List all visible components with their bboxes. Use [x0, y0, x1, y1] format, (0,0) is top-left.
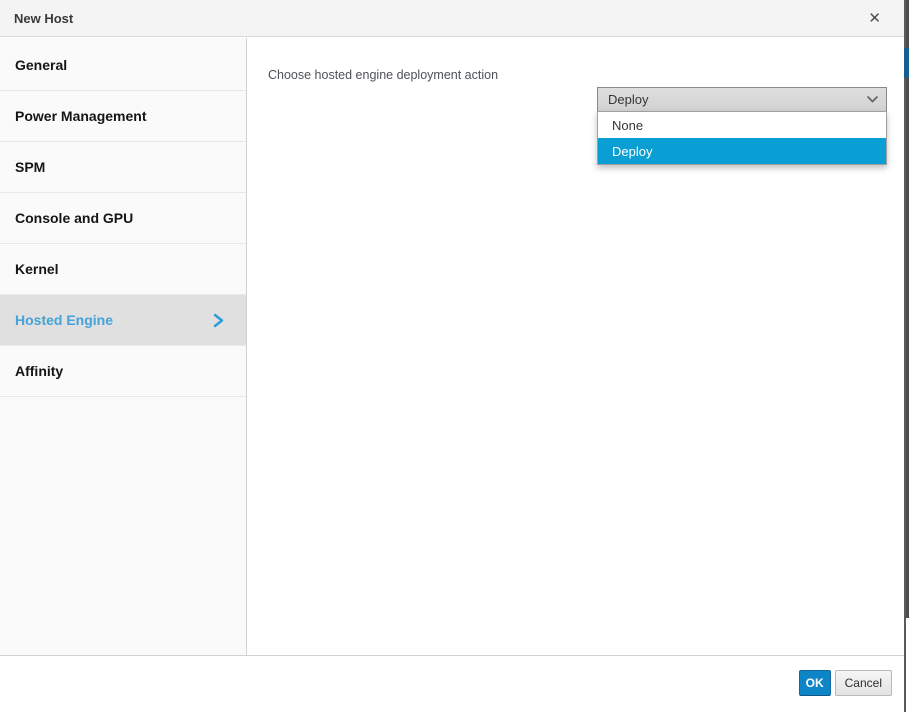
dialog-header: New Host ✕: [0, 0, 905, 37]
close-icon[interactable]: ✕: [862, 9, 887, 28]
sidebar-item-kernel[interactable]: Kernel: [0, 244, 246, 295]
ok-button[interactable]: OK: [799, 670, 831, 696]
sidebar-item-label: Power Management: [15, 108, 146, 124]
deployment-action-dropdown: None Deploy: [597, 111, 887, 165]
chevron-down-icon: [867, 96, 878, 103]
sidebar-item-label: Console and GPU: [15, 210, 133, 226]
sidebar-item-label: General: [15, 57, 67, 73]
sidebar-item-power-management[interactable]: Power Management: [0, 91, 246, 142]
dropdown-option-none[interactable]: None: [598, 112, 886, 138]
dialog-right-edge: [904, 0, 906, 712]
sidebar-item-spm[interactable]: SPM: [0, 142, 246, 193]
deployment-action-select[interactable]: Deploy: [597, 87, 887, 112]
new-host-dialog: New Host ✕ General Power Management SPM …: [0, 0, 909, 712]
dropdown-option-deploy[interactable]: Deploy: [598, 138, 886, 164]
chevron-right-icon: [213, 313, 224, 328]
dialog-content: Choose hosted engine deployment action D…: [248, 38, 905, 655]
background-page-accent-sliver: [904, 48, 909, 78]
cancel-button[interactable]: Cancel: [835, 670, 892, 696]
sidebar-item-affinity[interactable]: Affinity: [0, 346, 246, 397]
sidebar-item-label: Affinity: [15, 363, 63, 379]
select-value: Deploy: [608, 92, 648, 107]
sidebar-item-label: Kernel: [15, 261, 59, 277]
sidebar-item-hosted-engine[interactable]: Hosted Engine: [0, 295, 246, 346]
deployment-action-label: Choose hosted engine deployment action: [268, 68, 498, 82]
dialog-title: New Host: [14, 11, 862, 26]
dialog-footer: OK Cancel: [0, 655, 905, 712]
sidebar-item-general[interactable]: General: [0, 40, 246, 91]
sidebar-item-label: SPM: [15, 159, 45, 175]
sidebar-item-console-and-gpu[interactable]: Console and GPU: [0, 193, 246, 244]
sidebar-item-label: Hosted Engine: [15, 312, 113, 328]
dialog-sidebar: General Power Management SPM Console and…: [0, 38, 247, 655]
